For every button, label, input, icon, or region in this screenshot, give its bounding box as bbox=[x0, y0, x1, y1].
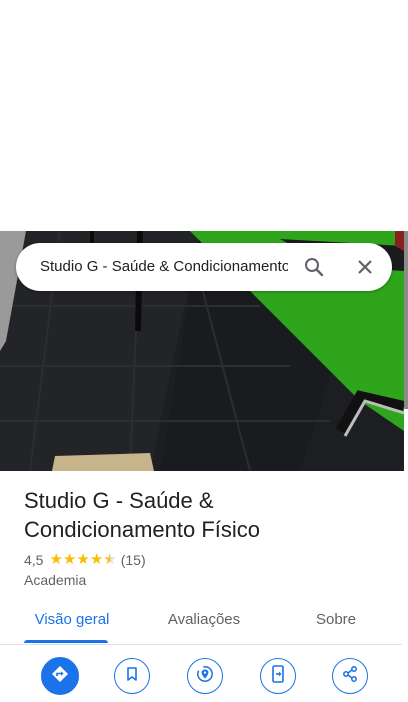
review-count[interactable]: (15) bbox=[121, 552, 146, 568]
rating-value: 4,5 bbox=[24, 552, 44, 568]
save-button[interactable] bbox=[114, 658, 150, 694]
tab-reviews-label: Avaliações bbox=[167, 611, 241, 628]
nearby-button[interactable] bbox=[187, 658, 223, 694]
action-buttons bbox=[0, 657, 402, 698]
directions-icon bbox=[51, 665, 69, 688]
tab-overview-label: Visão geral bbox=[34, 611, 110, 628]
star-icon: ★ bbox=[49, 551, 63, 568]
place-title: Studio G - Saúde & Condicionamento Físic… bbox=[24, 488, 261, 542]
close-icon[interactable] bbox=[353, 255, 377, 279]
nearby-icon bbox=[196, 665, 214, 688]
place-category[interactable]: Academia bbox=[24, 572, 86, 588]
tab-about-label: Sobre bbox=[315, 611, 357, 628]
place-tabs: Visão geral Avaliações Sobre bbox=[0, 602, 402, 645]
search-icon[interactable] bbox=[302, 255, 326, 279]
search-query[interactable]: Studio G - Saúde & Condicionamento Físic… bbox=[40, 257, 288, 277]
send-to-phone-button[interactable] bbox=[260, 658, 296, 694]
save-icon bbox=[124, 666, 140, 687]
directions-button[interactable] bbox=[41, 657, 79, 695]
rating-row[interactable]: 4,5 ★ ★ ★ ★ ★ (15) bbox=[24, 551, 146, 569]
tab-overview[interactable]: Visão geral bbox=[5, 602, 139, 642]
tab-about[interactable]: Sobre bbox=[269, 602, 403, 642]
search-bar[interactable]: Studio G - Saúde & Condicionamento Físic… bbox=[16, 243, 392, 291]
tab-reviews[interactable]: Avaliações bbox=[137, 602, 271, 642]
half-star-icon: ★ bbox=[103, 551, 117, 568]
scrollbar[interactable] bbox=[404, 231, 408, 409]
star-rating: ★ ★ ★ ★ ★ bbox=[49, 551, 116, 569]
star-icon: ★ bbox=[89, 551, 104, 568]
active-tab-indicator bbox=[24, 640, 108, 643]
send-to-phone-icon bbox=[270, 664, 286, 688]
share-icon bbox=[341, 665, 359, 688]
share-button[interactable] bbox=[332, 658, 368, 694]
star-icon: ★ bbox=[62, 551, 77, 568]
star-icon: ★ bbox=[76, 551, 90, 568]
